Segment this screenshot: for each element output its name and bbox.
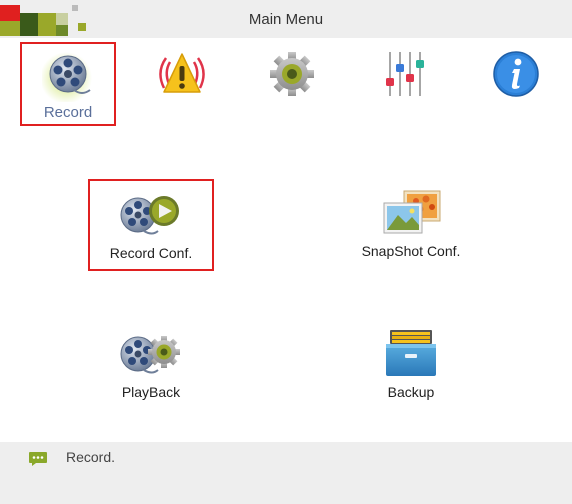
record-conf-icon: [120, 196, 179, 235]
backup-button[interactable]: Backup: [348, 320, 474, 412]
item-label: Backup: [387, 384, 435, 400]
alarm-warning-icon: [159, 53, 205, 93]
advanced-sliders-icon: [386, 52, 424, 96]
tab-label: Record: [43, 104, 93, 121]
snapshot-conf-button[interactable]: SnapShot Conf.: [348, 179, 474, 271]
record-conf-button[interactable]: Record Conf.: [88, 179, 214, 271]
tab-label: Advanced: [372, 102, 440, 119]
tab-label: Alarm: [162, 102, 202, 119]
playback-reel-gear-icon: [120, 336, 180, 374]
tab-record[interactable]: Record: [20, 42, 116, 126]
info-icon: [493, 51, 539, 97]
tab-alarm[interactable]: Alarm: [134, 42, 230, 126]
tab-info[interactable]: Info: [468, 42, 564, 126]
backup-cabinet-icon: [386, 330, 436, 376]
tab-system[interactable]: System: [244, 42, 340, 126]
system-gear-icon: [270, 52, 314, 96]
playback-button[interactable]: PlayBack: [88, 320, 214, 412]
window-title: Main Menu: [248, 11, 324, 28]
tab-label: System: [266, 102, 317, 119]
tab-advanced[interactable]: Advanced: [358, 42, 454, 126]
item-label: SnapShot Conf.: [361, 243, 461, 259]
record-reel-icon: [42, 52, 92, 102]
tab-label: Info: [503, 102, 529, 119]
item-label: PlayBack: [121, 384, 181, 400]
item-label: Record Conf.: [109, 245, 193, 261]
snapshot-pictures-icon: [383, 190, 441, 234]
status-text: Record.: [66, 449, 116, 465]
chat-bubble-icon: [29, 452, 47, 466]
